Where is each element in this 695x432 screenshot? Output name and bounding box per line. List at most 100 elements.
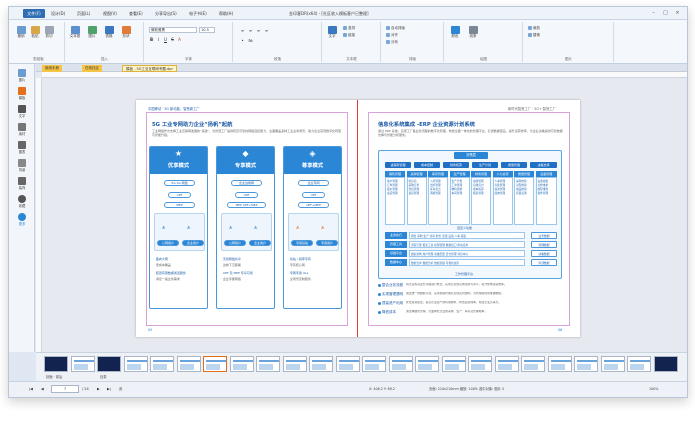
sidebar-item-templates[interactable]: 模板 [12, 86, 32, 102]
undo-button[interactable]: 撤销 [15, 26, 27, 40]
feature-bullet[interactable]: 整合业务流程 将企业各项业务流程进行整合，实现信息的高效流转与共享，提升整体运营效… [378, 283, 562, 290]
justify-icon[interactable]: ≡ [264, 28, 269, 33]
text-style-button[interactable]: 文字 [326, 26, 338, 40]
color-button[interactable]: 颜色 [449, 26, 461, 40]
page-heading[interactable]: 信息化系统集成 -ERP 企业资源计划系统 [378, 120, 475, 128]
prev-page-icon[interactable]: ◀ [41, 386, 44, 393]
list-bullet-icon[interactable]: • [240, 38, 245, 43]
next-page-icon[interactable]: ▶ [97, 386, 100, 393]
menu-help[interactable]: 帮助(H) [219, 9, 233, 18]
minimize-icon[interactable]: – [649, 9, 658, 18]
first-page-icon[interactable]: |◀ [29, 386, 33, 393]
distribute-option[interactable]: 分布 [386, 40, 398, 45]
page-thumbnail[interactable] [547, 356, 572, 372]
page-number-input[interactable]: 7 [51, 385, 79, 393]
page-right[interactable]: 新时代智慧工厂 · 5G+ 智慧工厂 信息化系统集成 -ERP 企业资源计划系统… [358, 100, 580, 337]
zoom-level[interactable]: 100% [649, 386, 658, 393]
horizontal-ruler[interactable] [42, 72, 687, 78]
sidebar-item-background[interactable]: 背景 [12, 158, 32, 174]
textbox-button[interactable]: 文本框 [69, 26, 81, 40]
replace-option[interactable]: 替换 [528, 33, 540, 38]
menu-share-export[interactable]: 分享导出(S) [155, 9, 177, 18]
sidebar-item-materials[interactable]: 素材 [12, 122, 32, 138]
table-button[interactable]: 表格 [103, 26, 115, 40]
vertical-text-option[interactable]: 竖排 [343, 26, 355, 31]
page-thumbnail[interactable] [388, 356, 413, 372]
font-color-button[interactable]: A [177, 37, 182, 42]
page-thumbnail[interactable] [150, 356, 174, 372]
menu-design[interactable]: 设计(D) [51, 9, 65, 18]
page-thumbnail[interactable] [468, 356, 492, 372]
paste-button[interactable]: 粘贴 [29, 26, 41, 40]
document-canvas[interactable]: 使用手册 在线社区 模板 - 5G工业互联网专题.dpr 中国移动 · 5G 新… [36, 64, 687, 352]
menu-check[interactable]: 查看(E) [129, 9, 143, 18]
page-thumbnail[interactable] [229, 356, 254, 372]
intro-paragraph[interactable]: 通过 ERP 系统，实现工厂各业务流程的数字化管理，构建全面一体化的管理平台，打… [378, 129, 564, 145]
mode-card-elite[interactable]: ◈ 尊享模式 企业专网 UPF UPF+MEP ⩚ ⩚ 专用基站 专用用户 · … [283, 146, 342, 309]
page-thumbnail[interactable] [574, 356, 598, 372]
sidebar-item-favorites[interactable]: 收藏 [12, 194, 32, 210]
page-thumbnail[interactable] [97, 356, 121, 372]
page-left[interactable]: 中国移动 · 5G 新动能，智慧新工厂 5G 工业专网助力企业“扬帆”起航 工业… [136, 100, 358, 337]
auto-layout-option[interactable]: 自动排版 [386, 26, 405, 31]
cut-button[interactable]: 剪切 [43, 26, 55, 40]
list-number-icon[interactable]: № [248, 38, 253, 43]
maximize-icon[interactable]: □ [661, 9, 670, 18]
font-family-select[interactable]: 微软雅黑 [149, 27, 197, 33]
sidebar-item-text[interactable]: 文字 [12, 104, 32, 120]
sidebar-item-images[interactable]: 图片 [12, 68, 32, 84]
page-thumbnail[interactable] [70, 356, 95, 372]
page-thumbnail[interactable] [415, 356, 439, 372]
vertical-ruler[interactable] [36, 78, 42, 352]
line-button[interactable]: 线条 [467, 26, 479, 40]
font-size-select[interactable]: 10.5 [199, 27, 215, 33]
page-thumbnail[interactable] [123, 356, 148, 372]
page-thumbnail[interactable] [653, 356, 678, 372]
tab-manual[interactable]: 使用手册 [42, 65, 62, 72]
last-page-icon[interactable]: ▶| [107, 386, 111, 393]
bold-button[interactable]: B [149, 37, 154, 42]
tab-community[interactable]: 在线社区 [82, 65, 102, 72]
file-menu-tab[interactable]: 文件(F) [23, 9, 45, 18]
menu-view[interactable]: 视图(V) [103, 9, 117, 18]
italic-button[interactable]: I [156, 37, 161, 42]
page-thumbnail[interactable] [256, 356, 280, 372]
page-thumbnail[interactable] [282, 356, 307, 372]
mode-card-exclusive[interactable]: ◆ 专享模式 企业边缘网 UPF MEP UPF+MEP ⩚ ⩚ 公网用户 企业… [216, 146, 275, 309]
feature-bullet[interactable]: 提高资产利用 优化资源配置，提高企业资产的利用效率，降低运营成本，增强企业竞争力。 [378, 301, 562, 308]
image-button[interactable]: 图片 [86, 26, 98, 40]
shape-button[interactable]: 形状 [120, 26, 132, 40]
crop-option[interactable]: 裁剪 [528, 26, 540, 31]
close-icon[interactable]: × [673, 9, 682, 18]
page-thumbnail[interactable] [521, 356, 545, 372]
erp-diagram[interactable]: 决策层 进销存管理 成本控制 财务核算 生产计划 质量管理 决策支持 销售管理客… [378, 150, 562, 279]
page-thumbnail[interactable] [203, 356, 227, 372]
menu-page[interactable]: 页面(L) [77, 9, 90, 18]
intro-paragraph[interactable]: 工业网络作为支撑工业互联网发展的“基础”，为智慧工厂提供稳定可靠的网络连接能力，… [152, 129, 342, 143]
page-thumbnail[interactable] [335, 356, 360, 372]
align-center-icon[interactable]: ≡ [248, 28, 253, 33]
page-thumbnail[interactable] [441, 356, 466, 372]
link-option[interactable]: 链接 [343, 33, 355, 38]
page-thumbnail[interactable] [494, 356, 519, 372]
page-thumbnail[interactable] [44, 356, 68, 372]
page-thumbnail[interactable] [627, 356, 651, 372]
align-right-icon[interactable]: ≡ [256, 28, 261, 33]
strikethrough-button[interactable]: S [170, 37, 175, 42]
page-heading[interactable]: 5G 工业专网助力企业“扬帆”起航 [152, 120, 232, 128]
feature-bullet[interactable]: 降低成本 通过精细化管理，全面降低企业的采购、生产、库存及管理成本。 [378, 310, 562, 317]
feature-bullet[interactable]: 实现管理透明 通过统一的数据平台，实现各级管理信息的实时透明，为管理者提供准确依据… [378, 292, 562, 299]
page-spread[interactable]: 中国移动 · 5G 新动能，智慧新工厂 5G 工业专网助力企业“扬帆”起航 工业… [136, 100, 580, 337]
align-left-icon[interactable]: ≡ [240, 28, 245, 33]
page-thumbnail[interactable] [600, 356, 625, 372]
tab-active-document[interactable]: 模板 - 5G工业互联网专题.dpr [122, 65, 177, 72]
mode-card-premium[interactable]: ★ 优享模式 5G SA 网络 UPF MEP ⩚ ⩚ 公网用户 企业用户 · … [149, 146, 208, 309]
page-thumbnail[interactable] [176, 356, 201, 372]
sidebar-item-charts[interactable]: 图表 [12, 140, 32, 156]
align-option[interactable]: 对齐 [386, 33, 398, 38]
menu-ebook[interactable]: 电子书(E) [189, 9, 207, 18]
page-thumbnail[interactable] [309, 356, 333, 372]
underline-button[interactable]: U [163, 37, 168, 42]
page-thumbnail[interactable] [362, 356, 386, 372]
sidebar-item-decor[interactable]: 装饰 [12, 176, 32, 192]
